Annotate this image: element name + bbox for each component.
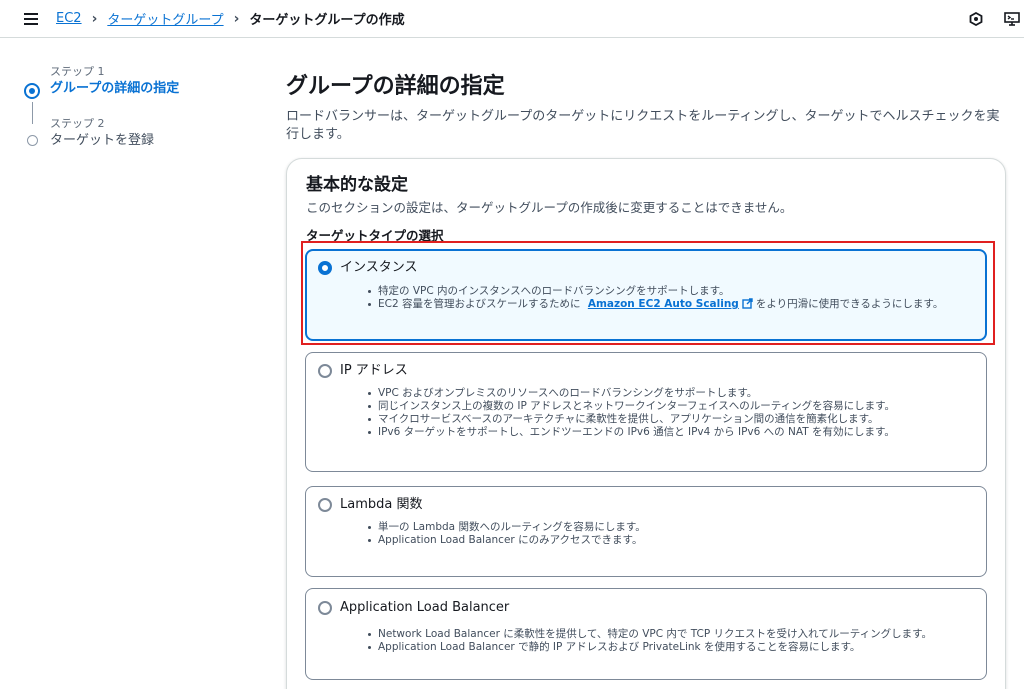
step-number: ステップ 2 xyxy=(50,117,105,130)
menu-icon[interactable] xyxy=(24,13,38,25)
page-description: ロードバランサーは、ターゲットグループのターゲットにリクエストをルーティングし、… xyxy=(286,109,1000,142)
list-item: VPC およびオンプレミスのリソースへのロードバランシングをサポートします。 xyxy=(366,387,895,400)
tile-bullets: Network Load Balancer に柔軟性を提供して、特定の VPC … xyxy=(366,628,932,654)
list-item: EC2 容量を管理およびスケールするために Amazon EC2 Auto Sc… xyxy=(366,298,943,313)
step-number: ステップ 1 xyxy=(50,65,105,78)
step-1[interactable]: ステップ 1 グループの詳細の指定 xyxy=(24,64,224,124)
main-header: グループの詳細の指定 ロードバランサーは、ターゲットグループのターゲットにリクエ… xyxy=(286,70,1016,144)
list-item: 同じインスタンス上の複数の IP アドレスとネットワークインターフェイスへのルー… xyxy=(366,400,895,413)
tile-label: インスタンス xyxy=(340,260,418,275)
target-type-alb[interactable]: Application Load Balancer Network Load B… xyxy=(305,588,987,680)
section-description: このセクションの設定は、ターゲットグループの作成後に変更することはできません。 xyxy=(306,200,793,215)
chevron-right-icon: › xyxy=(233,10,240,27)
settings-hex-icon[interactable] xyxy=(968,11,984,27)
top-right-tools xyxy=(968,0,1024,38)
step-title: グループの詳細の指定 xyxy=(50,81,180,96)
target-type-lambda[interactable]: Lambda 関数 単一の Lambda 関数へのルーティングを容易にします。 … xyxy=(305,486,987,577)
list-item: マイクロサービスベースのアーキテクチャに柔軟性を提供し、アプリケーション間の通信… xyxy=(366,413,895,426)
breadcrumb-current: ターゲットグループの作成 xyxy=(249,13,405,28)
breadcrumb-ec2[interactable]: EC2 xyxy=(56,11,82,26)
tile-label: Application Load Balancer xyxy=(340,600,510,615)
current-step-icon xyxy=(24,83,40,99)
radio-instances[interactable] xyxy=(318,261,332,275)
external-link-icon[interactable] xyxy=(742,298,753,313)
auto-scaling-link[interactable]: Amazon EC2 Auto Scaling xyxy=(588,298,739,310)
section-title: 基本的な設定 xyxy=(306,175,408,195)
top-bar: EC2 › ターゲットグループ › ターゲットグループの作成 xyxy=(0,0,1024,38)
list-item: Network Load Balancer に柔軟性を提供して、特定の VPC … xyxy=(366,628,932,641)
breadcrumb-target-groups[interactable]: ターゲットグループ xyxy=(107,9,223,28)
list-item: Application Load Balancer にのみアクセスできます。 xyxy=(366,534,646,547)
bullet-text: EC2 容量を管理およびスケールするために xyxy=(378,298,581,310)
target-type-instances[interactable]: インスタンス 特定の VPC 内のインスタンスへのロードバランシングをサポートし… xyxy=(305,249,987,341)
radio-ip-address[interactable] xyxy=(318,364,332,378)
target-type-ip-address[interactable]: IP アドレス VPC およびオンプレミスのリソースへのロードバランシングをサポ… xyxy=(305,352,987,472)
list-item: 単一の Lambda 関数へのルーティングを容易にします。 xyxy=(366,521,646,534)
tile-label: Lambda 関数 xyxy=(340,497,423,512)
tile-bullets: 単一の Lambda 関数へのルーティングを容易にします。 Applicatio… xyxy=(366,521,646,547)
step-2: ステップ 2 ターゲットを登録 xyxy=(24,116,224,150)
step-title: ターゲットを登録 xyxy=(50,133,155,148)
list-item: IPv6 ターゲットをサポートし、エンドツーエンドの IPv6 通信と IPv4… xyxy=(366,426,895,439)
tile-bullets: 特定の VPC 内のインスタンスへのロードバランシングをサポートします。 EC2… xyxy=(366,285,943,313)
bullet-text: をより円滑に使用できるようにします。 xyxy=(755,298,944,310)
pending-step-icon xyxy=(27,135,38,146)
page-title: グループの詳細の指定 xyxy=(286,74,505,99)
radio-alb[interactable] xyxy=(318,601,332,615)
radio-lambda[interactable] xyxy=(318,498,332,512)
chevron-right-icon: › xyxy=(91,10,98,27)
tile-bullets: VPC およびオンプレミスのリソースへのロードバランシングをサポートします。 同… xyxy=(366,387,895,439)
list-item: 特定の VPC 内のインスタンスへのロードバランシングをサポートします。 xyxy=(366,285,943,298)
target-type-label: ターゲットタイプの選択 xyxy=(306,228,444,243)
list-item: Application Load Balancer で静的 IP アドレスおよび… xyxy=(366,641,932,654)
wizard-steps: ステップ 1 グループの詳細の指定 ステップ 2 ターゲットを登録 xyxy=(24,64,224,150)
cloudshell-icon[interactable] xyxy=(1004,11,1020,27)
tile-label: IP アドレス xyxy=(340,363,408,378)
